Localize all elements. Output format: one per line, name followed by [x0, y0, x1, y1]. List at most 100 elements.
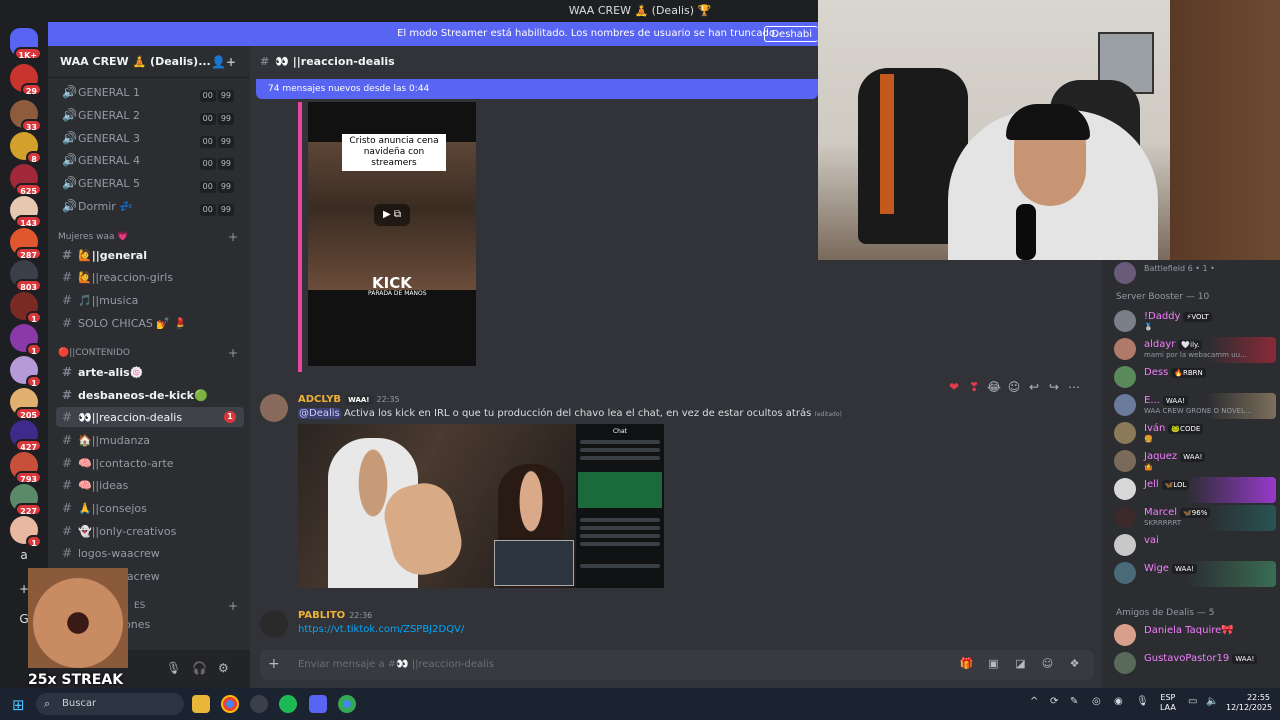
windows-start-icon[interactable]: ⊞	[12, 696, 25, 714]
composer-placeholder[interactable]: Enviar mensaje a #👀 ||reaccion-dealis	[298, 659, 494, 670]
category-header[interactable]: Mujeres waa 💗 +	[58, 230, 242, 244]
text-channel[interactable]: # 🧠||ideas	[56, 475, 244, 495]
text-channel[interactable]: # desbaneos-de-kick🟢	[56, 385, 244, 405]
apps-icon[interactable]: ❖	[1061, 657, 1088, 670]
tray-icon[interactable]: ◉	[1114, 696, 1123, 707]
server-icon-2[interactable]: 33	[10, 100, 42, 132]
reaction-hearts-icon[interactable]: ❣	[964, 380, 984, 394]
add-reaction-icon[interactable]: ☺	[1004, 380, 1024, 394]
member-row[interactable]: Battlefield 6 • 1 •	[1112, 260, 1276, 288]
tray-icon[interactable]: ⟳	[1050, 696, 1058, 707]
guild-header[interactable]: WAA CREW 🧘 (Dealis)... 👤+	[48, 46, 250, 78]
mention[interactable]: @Dealis	[298, 408, 341, 419]
tray-icon[interactable]: ◎	[1092, 696, 1101, 707]
member-row[interactable]: Jell 🦋LOL	[1112, 476, 1276, 504]
chrome-icon[interactable]	[221, 695, 239, 713]
member-row[interactable]: Iván 🐸CODE 🍔	[1112, 420, 1276, 448]
member-row[interactable]: GustavoPastor19 WAA!	[1112, 650, 1276, 678]
chevron-up-icon[interactable]: ^	[1030, 696, 1038, 707]
text-channel[interactable]: # SOLO CHICAS 💅 💄	[56, 313, 244, 333]
taskbar-search[interactable]: ⌕ Buscar	[36, 693, 184, 715]
text-channel[interactable]: # 🙏||consejos	[56, 498, 244, 518]
reaction-heart-icon[interactable]: ❤	[944, 380, 964, 394]
category-header[interactable]: 🔴||CONTENIDO +	[58, 346, 242, 360]
forward-icon[interactable]: ↪	[1044, 380, 1064, 394]
server-icon-10[interactable]: 1	[10, 356, 42, 388]
language-indicator[interactable]: ESP LAA	[1160, 693, 1176, 713]
text-channel[interactable]: # 🧠||contacto-arte	[56, 453, 244, 473]
reaction-laugh-icon[interactable]: 😂	[984, 380, 1004, 394]
member-row[interactable]: Wige WAA!	[1112, 560, 1276, 588]
message-author[interactable]: ADCLYB WAA! 22:35	[298, 394, 400, 405]
member-row[interactable]: Jaquez WAA! 🤷	[1112, 448, 1276, 476]
voice-channel[interactable]: 🔊Dormir 💤 00 99	[56, 196, 244, 216]
server-icon-8[interactable]: 1	[10, 292, 42, 324]
text-channel[interactable]: # arte-alis🍥	[56, 362, 244, 382]
member-row[interactable]: vai	[1112, 532, 1276, 560]
server-icon-1[interactable]: 29	[10, 64, 42, 96]
more-icon[interactable]: ⋯	[1064, 380, 1084, 394]
invite-people-icon[interactable]: 👤+	[211, 46, 236, 78]
server-icon-5[interactable]: 143	[10, 196, 42, 228]
server-icon-9[interactable]: 1	[10, 324, 42, 356]
text-channel[interactable]: # 👻||only-creativos	[56, 521, 244, 541]
voice-channel[interactable]: 🔊GENERAL 3 00 99	[56, 128, 244, 148]
emoji-icon[interactable]: ☺	[1034, 657, 1061, 670]
avatar[interactable]	[260, 610, 288, 638]
voice-channel[interactable]: 🔊GENERAL 1 00 99	[56, 82, 244, 102]
server-icon-15[interactable]: 1	[10, 516, 42, 548]
member-row[interactable]: E... WAA! WAA CREW GRONE O NOVEL...	[1112, 392, 1276, 420]
member-row[interactable]: aldayr 🤍ily. mami por la webacamm uu...	[1112, 336, 1276, 364]
volume-icon[interactable]: 🔈	[1206, 696, 1218, 707]
chrome-canary-icon[interactable]	[338, 695, 356, 713]
sticker-icon[interactable]: ◪	[1007, 657, 1034, 670]
add-channel-icon[interactable]: +	[228, 346, 238, 360]
tray-icon[interactable]: ✎	[1070, 696, 1078, 707]
file-explorer-icon[interactable]	[192, 695, 210, 713]
server-letter-a[interactable]: a	[10, 548, 38, 562]
add-channel-icon[interactable]: +	[228, 599, 238, 613]
server-icon-11[interactable]: 205	[10, 388, 42, 420]
text-channel-active[interactable]: # 👀||reaccion-dealis 1	[56, 407, 244, 427]
discord-home-icon[interactable]: 1K+	[10, 28, 42, 60]
clock[interactable]: 22:55 12/12/2025	[1226, 693, 1272, 713]
add-channel-icon[interactable]: +	[228, 230, 238, 244]
voice-channel[interactable]: 🔊GENERAL 2 00 99	[56, 105, 244, 125]
member-row[interactable]: Dess 🔥RBRN	[1112, 364, 1276, 392]
avatar[interactable]	[260, 394, 288, 422]
text-channel[interactable]: # 🙋||general	[56, 245, 244, 265]
embed-video[interactable]: Cristo anuncia cena navideña con streame…	[308, 102, 476, 366]
headphones-icon[interactable]: 🎧	[192, 661, 207, 675]
text-channel[interactable]: # 🎵||musica	[56, 290, 244, 310]
attach-plus-icon[interactable]: +	[268, 656, 280, 672]
gift-icon[interactable]: 🎁	[953, 657, 980, 670]
server-icon-4[interactable]: 625	[10, 164, 42, 196]
server-icon-12[interactable]: 427	[10, 420, 42, 452]
server-icon-7[interactable]: 803	[10, 260, 42, 292]
image-attachment[interactable]: Chat	[298, 424, 664, 588]
text-channel[interactable]: # logos-waacrew	[56, 543, 244, 563]
server-icon-6[interactable]: 287	[10, 228, 42, 260]
play-icon[interactable]: ▶ ⧉	[374, 204, 410, 226]
microphone-tray-icon[interactable]: 🎙	[1136, 696, 1149, 707]
reply-icon[interactable]: ↩	[1024, 380, 1044, 394]
gif-icon[interactable]: ▣	[980, 657, 1007, 670]
network-icon[interactable]: ▭	[1188, 696, 1197, 707]
server-icon-3[interactable]: 8	[10, 132, 42, 164]
microphone-icon[interactable]: 🎙	[166, 661, 181, 675]
spotify-icon[interactable]	[279, 695, 297, 713]
member-row[interactable]: Marcel 🦋96% SKRRRRRT	[1112, 504, 1276, 532]
server-icon-13[interactable]: 793	[10, 452, 42, 484]
text-channel[interactable]: # 🙋||reaccion-girls	[56, 267, 244, 287]
message-link[interactable]: https://vt.tiktok.com/ZSPBJ2DQV/	[298, 624, 464, 635]
discord-icon[interactable]	[309, 695, 327, 713]
member-row[interactable]: Daniela Taquire🎀	[1112, 622, 1276, 650]
member-row[interactable]: !Daddy ⚡VOLT 🥈	[1112, 308, 1276, 336]
text-channel[interactable]: # 🏠||mudanza	[56, 430, 244, 450]
new-messages-bar[interactable]: 74 mensajes nuevos desde las 0:44	[256, 79, 818, 99]
voice-channel[interactable]: 🔊GENERAL 5 00 99	[56, 173, 244, 193]
message-composer[interactable]: + Enviar mensaje a #👀 ||reaccion-dealis …	[260, 650, 1094, 680]
app-icon[interactable]	[250, 695, 268, 713]
voice-channel[interactable]: 🔊GENERAL 4 00 99	[56, 150, 244, 170]
server-icon-14[interactable]: 227	[10, 484, 42, 516]
